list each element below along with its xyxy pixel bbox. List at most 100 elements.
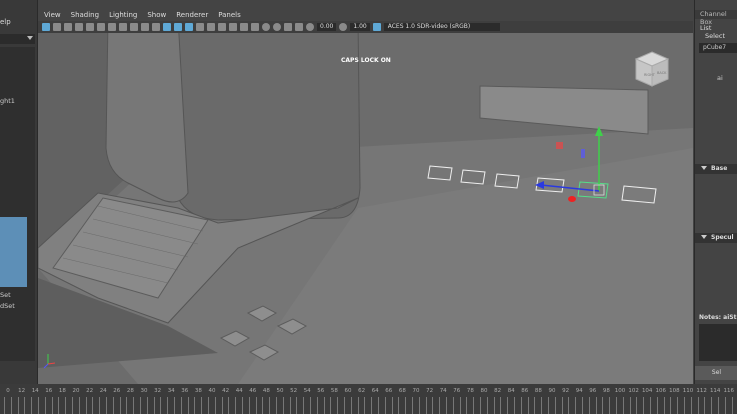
outliner-selection[interactable] xyxy=(0,217,27,287)
timeline-frame-mark xyxy=(412,397,413,414)
timeline-tick-label: 46 xyxy=(249,388,257,394)
depth-of-field-icon[interactable] xyxy=(295,23,303,31)
timeline-tick-label: 108 xyxy=(669,388,680,394)
timeline-tick-label: 76 xyxy=(453,388,461,394)
outliner-dropdown[interactable] xyxy=(0,34,35,44)
timeline-frame-mark xyxy=(643,397,645,414)
timeline-frame-mark xyxy=(595,397,597,414)
timeline-frame-mark xyxy=(711,397,713,414)
timeline-frame-mark xyxy=(405,397,407,414)
timeline-frame-mark xyxy=(187,397,189,414)
smooth-shade-icon[interactable] xyxy=(185,23,193,31)
timeline-frame-mark xyxy=(85,397,87,414)
gamma-field[interactable]: 1.00 xyxy=(350,23,370,31)
object-name-field[interactable]: pCube7 xyxy=(699,43,737,53)
timeline-frame-mark xyxy=(357,397,359,414)
timeline-frame-mark xyxy=(650,397,651,414)
menu-view[interactable]: View xyxy=(44,11,61,19)
timeline-frame-mark xyxy=(718,397,719,414)
section-specular[interactable]: Specul xyxy=(695,233,737,243)
viewport-toolbar: 0.00 1.00 ACES 1.0 SDR-video (sRGB) xyxy=(38,21,693,33)
attribute-label: ai xyxy=(717,74,723,82)
section-base[interactable]: Base xyxy=(695,164,737,174)
timeline-tick-label: 98 xyxy=(602,388,610,394)
timeline-tick-label: 70 xyxy=(412,388,420,394)
timeline-tick-label: 40 xyxy=(208,388,216,394)
isolate-select-icon[interactable] xyxy=(251,23,259,31)
safe-title-icon[interactable] xyxy=(152,23,160,31)
chevron-down-icon xyxy=(701,166,707,170)
color-management-icon[interactable] xyxy=(372,23,381,31)
xray-icon[interactable] xyxy=(229,23,237,31)
timeline-tick-label: 104 xyxy=(641,388,653,394)
xray-joints-icon[interactable] xyxy=(240,23,248,31)
notes-textarea[interactable] xyxy=(699,324,737,361)
view-cube-icon[interactable]: RIGHT BACK xyxy=(632,50,672,90)
timeline-frame-mark xyxy=(106,397,107,414)
wireframe-icon[interactable] xyxy=(174,23,182,31)
image-plane-icon[interactable] xyxy=(75,23,83,31)
tab-select[interactable]: Select xyxy=(705,32,725,40)
grid-icon[interactable] xyxy=(163,23,171,31)
timeline-tick-label: 78 xyxy=(466,388,474,394)
safe-action-icon[interactable] xyxy=(141,23,149,31)
viewport-3d[interactable]: RIGHT BACK xyxy=(38,8,693,384)
ambient-occlusion-icon[interactable] xyxy=(262,23,270,31)
timeline-frame-mark xyxy=(174,397,175,414)
grease-pencil-icon[interactable] xyxy=(86,23,94,31)
exposure-field[interactable]: 0.00 xyxy=(317,23,337,31)
select-button[interactable]: Sel xyxy=(695,366,737,380)
textured-icon[interactable] xyxy=(196,23,204,31)
bookmark-icon[interactable] xyxy=(64,23,72,31)
timeline-frame-mark xyxy=(670,397,672,414)
timeline-frame-mark xyxy=(480,397,481,414)
timeline-frame-mark xyxy=(4,397,5,414)
field-chart-icon[interactable] xyxy=(130,23,138,31)
select-camera-icon[interactable] xyxy=(42,23,50,31)
timeline-frame-mark xyxy=(575,397,577,414)
timeline-frame-mark xyxy=(24,397,26,414)
exposure-icon[interactable] xyxy=(306,23,314,31)
timeline-tick-label: 90 xyxy=(548,388,556,394)
timeline-tick-label: 48 xyxy=(262,388,270,394)
timeline-frame-mark xyxy=(554,397,556,414)
timeline-frame-mark xyxy=(133,397,135,414)
menu-lighting[interactable]: Lighting xyxy=(109,11,137,19)
camera-attributes-icon[interactable] xyxy=(53,23,61,31)
menu-renderer[interactable]: Renderer xyxy=(176,11,208,19)
timeline-tick-label: 80 xyxy=(480,388,488,394)
channel-box-tabs: List Select xyxy=(700,24,737,40)
timeline-tick-label: 64 xyxy=(371,388,379,394)
menu-show[interactable]: Show xyxy=(147,11,166,19)
timeline-tick-label: 102 xyxy=(628,388,639,394)
tab-list[interactable]: List xyxy=(700,24,711,32)
gate-mask-icon[interactable] xyxy=(119,23,127,31)
timeline-tick-label: 30 xyxy=(140,388,148,394)
lights-icon[interactable] xyxy=(207,23,215,31)
view-transform-select[interactable]: ACES 1.0 SDR-video (sRGB) xyxy=(383,23,500,31)
menu-panels[interactable]: Panels xyxy=(218,11,241,19)
resolution-gate-icon[interactable] xyxy=(108,23,116,31)
help-menu[interactable]: elp xyxy=(0,18,37,27)
timeline-frame-mark xyxy=(378,397,379,414)
outliner-item[interactable]: ght1 xyxy=(0,97,15,105)
timeline-tick-label: 60 xyxy=(344,388,352,394)
timeline-frame-mark xyxy=(446,397,447,414)
timeline-frame-mark xyxy=(323,397,325,414)
outliner-list[interactable] xyxy=(0,47,35,361)
timeline-tick-label: 92 xyxy=(562,388,570,394)
timeline-frame-mark xyxy=(520,397,522,414)
gamma-icon[interactable] xyxy=(339,23,348,31)
menu-shading[interactable]: Shading xyxy=(71,11,99,19)
outliner-item[interactable]: Set xyxy=(0,291,11,299)
anti-alias-icon[interactable] xyxy=(284,23,292,31)
timeline-frame-mark xyxy=(126,397,128,414)
timeline-frame-mark xyxy=(255,397,257,414)
shadows-icon[interactable] xyxy=(218,23,226,31)
motion-blur-icon[interactable] xyxy=(273,23,281,31)
timeline-tick-label: 88 xyxy=(534,388,542,394)
timeline-frame-mark xyxy=(439,397,441,414)
outliner-item[interactable]: dSet xyxy=(0,302,15,310)
film-gate-icon[interactable] xyxy=(97,23,105,31)
timeline-frame-mark xyxy=(663,397,665,414)
